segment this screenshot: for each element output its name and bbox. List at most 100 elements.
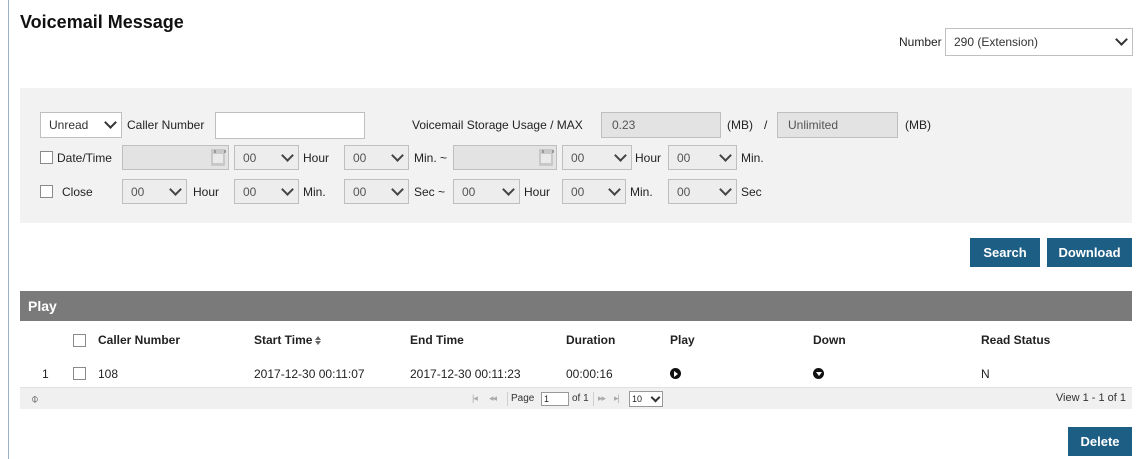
select-all-checkbox[interactable]: [73, 334, 86, 347]
hour-label: Hour: [635, 151, 662, 165]
row-checkbox[interactable]: [73, 367, 86, 380]
number-label: Number: [899, 35, 942, 49]
page-total-label: of 1: [572, 393, 589, 404]
number-select-value: 290 (Extension): [954, 35, 1039, 49]
grid-title-bar: Play: [20, 291, 1132, 321]
refresh-icon[interactable]: ⌽: [31, 391, 39, 407]
close-start-hour-value: 00: [131, 184, 145, 199]
view-info: View 1 - 1 of 1: [1055, 392, 1126, 404]
play-icon[interactable]: [670, 368, 681, 379]
hour-label: Hour: [193, 185, 220, 199]
sec-range-label: Sec ~: [414, 185, 446, 199]
close-end-sec-value: 00: [677, 184, 691, 199]
close-end-hour-value: 00: [462, 184, 476, 199]
chevron-down-icon: [392, 151, 402, 161]
calendar-icon[interactable]: [539, 149, 554, 166]
caller-number-input[interactable]: [215, 112, 365, 139]
column-header-down: Down: [813, 333, 846, 347]
close-end-min-value: 00: [571, 184, 585, 199]
chevron-down-icon: [282, 185, 292, 195]
storage-max-field: Unlimited: [777, 112, 898, 138]
min-label: Min.: [303, 185, 326, 199]
chevron-down-icon: [1116, 35, 1126, 45]
row-read-status: N: [981, 367, 990, 381]
min-range-label: Min. ~: [414, 151, 448, 165]
column-header-end-time[interactable]: End Time: [410, 333, 464, 347]
min-label: Min.: [630, 185, 653, 199]
row-index: 1: [42, 367, 49, 381]
close-start-sec-value: 00: [353, 184, 367, 199]
page-label: Page: [511, 393, 535, 404]
sort-icon[interactable]: [315, 336, 322, 346]
caller-number-label: Caller Number: [127, 118, 205, 132]
chevron-down-icon: [282, 151, 292, 161]
hour-label: Hour: [524, 185, 551, 199]
start-hour-value: 00: [243, 150, 257, 165]
grid-title: Play: [28, 298, 57, 314]
close-start-hour-select[interactable]: 00: [122, 179, 187, 204]
start-min-value: 00: [353, 150, 367, 165]
start-time-label: Start Time: [254, 333, 313, 347]
end-hour-value: 00: [571, 150, 585, 165]
chevron-down-icon: [720, 151, 730, 161]
chevron-down-icon: [392, 185, 402, 195]
delete-button[interactable]: Delete: [1068, 427, 1132, 456]
download-button[interactable]: Download: [1047, 238, 1132, 267]
column-header-duration[interactable]: Duration: [566, 333, 615, 347]
pager-bar: ⌽ |◂ ◂◂ Page 1 of 1 ▸▸ ▸| 10 View 1 - 1 …: [20, 387, 1132, 409]
chevron-down-icon: [170, 185, 180, 195]
frame-border: [8, 0, 9, 459]
read-state-select[interactable]: Unread: [40, 112, 122, 138]
end-date-input[interactable]: [453, 145, 557, 170]
end-min-select[interactable]: 00: [668, 145, 737, 170]
end-min-value: 00: [677, 150, 691, 165]
column-header-caller-number[interactable]: Caller Number: [98, 333, 180, 347]
last-page-icon[interactable]: ▸|: [614, 393, 620, 404]
close-checkbox[interactable]: [40, 185, 53, 198]
close-end-sec-select[interactable]: 00: [668, 179, 737, 204]
storage-slash: /: [764, 118, 768, 132]
chevron-down-icon: [720, 185, 730, 195]
column-header-read-status[interactable]: Read Status: [981, 333, 1050, 347]
download-icon[interactable]: [813, 368, 824, 379]
storage-used-field: 0.23: [601, 112, 721, 138]
close-start-min-select[interactable]: 00: [234, 179, 299, 204]
chevron-down-icon: [615, 151, 625, 161]
row-start-time: 2017-12-30 00:11:07: [254, 367, 365, 381]
start-hour-select[interactable]: 00: [234, 145, 299, 170]
pager-separator: [507, 392, 508, 406]
close-end-min-select[interactable]: 00: [562, 179, 626, 204]
page-input[interactable]: 1: [541, 392, 569, 406]
sec-label: Sec: [741, 185, 762, 199]
close-start-min-value: 00: [243, 184, 257, 199]
close-end-hour-select[interactable]: 00: [453, 179, 520, 204]
search-button[interactable]: Search: [970, 238, 1040, 267]
read-state-value: Unread: [49, 118, 89, 132]
chevron-down-icon: [503, 185, 513, 195]
storage-usage-label: Voicemail Storage Usage / MAX: [412, 118, 583, 132]
close-start-sec-select[interactable]: 00: [344, 179, 409, 204]
end-hour-select[interactable]: 00: [562, 145, 632, 170]
first-page-icon[interactable]: |◂: [472, 393, 478, 404]
calendar-icon[interactable]: [211, 149, 226, 166]
pager-separator: [593, 392, 594, 406]
number-select[interactable]: 290 (Extension): [945, 28, 1133, 56]
chevron-down-icon: [651, 394, 659, 402]
column-header-play: Play: [670, 333, 695, 347]
rows-per-page-value: 10: [632, 394, 643, 404]
page-title: Voicemail Message: [20, 12, 184, 32]
hour-label: Hour: [303, 151, 330, 165]
prev-page-icon[interactable]: ◂◂: [489, 393, 497, 404]
row-duration: 00:00:16: [566, 367, 613, 381]
row-end-time: 2017-12-30 00:11:23: [410, 367, 521, 381]
column-header-start-time[interactable]: Start Time: [254, 333, 322, 347]
storage-unit-label: (MB): [727, 118, 753, 132]
close-label: Close: [62, 185, 93, 199]
storage-unit-label: (MB): [905, 118, 931, 132]
start-date-input[interactable]: [122, 145, 229, 170]
start-min-select[interactable]: 00: [344, 145, 409, 170]
min-label: Min.: [741, 151, 764, 165]
datetime-checkbox[interactable]: [40, 151, 53, 164]
next-page-icon[interactable]: ▸▸: [598, 393, 606, 404]
rows-per-page-select[interactable]: 10: [629, 391, 663, 407]
